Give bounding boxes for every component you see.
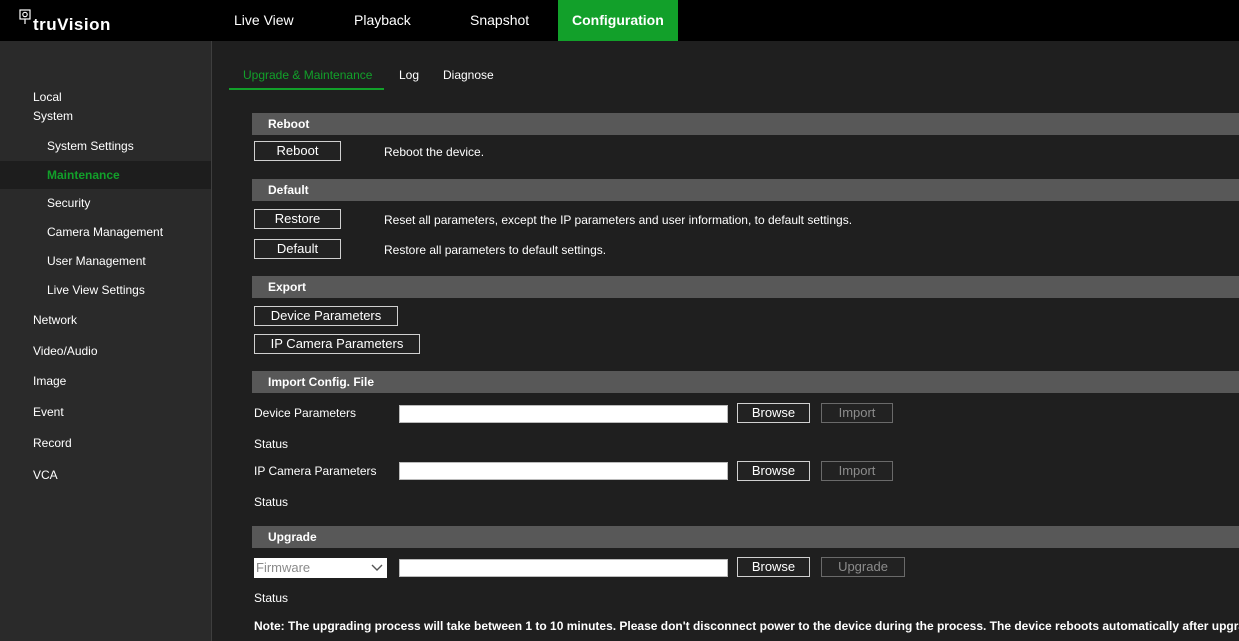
upgrade-file-input[interactable] <box>399 559 728 577</box>
main-content: Upgrade & Maintenance Log Diagnose Reboo… <box>212 41 1239 641</box>
sidebar-item-vca[interactable]: VCA <box>0 461 211 489</box>
chevron-down-icon <box>371 564 383 571</box>
import-device-status-label: Status <box>254 437 289 451</box>
upgrade-button[interactable]: Upgrade <box>821 557 905 577</box>
export-device-parameters-button[interactable]: Device Parameters <box>254 306 398 326</box>
nav-tab-snapshot[interactable]: Snapshot <box>470 0 529 41</box>
sidebar-item-live-view-settings[interactable]: Live View Settings <box>0 276 211 304</box>
section-header-import: Import Config. File <box>252 371 1239 393</box>
brand-logo: truVision <box>19 9 159 35</box>
section-header-export: Export <box>252 276 1239 298</box>
sidebar-item-image[interactable]: Image <box>0 367 211 395</box>
sidebar-item-security[interactable]: Security <box>0 189 211 217</box>
upgrade-browse-button[interactable]: Browse <box>737 557 810 577</box>
default-description: Restore all parameters to default settin… <box>384 243 607 257</box>
upgrade-type-select[interactable]: Firmware <box>254 558 387 578</box>
import-device-import-button[interactable]: Import <box>821 403 893 423</box>
upgrade-status-label: Status <box>254 591 289 605</box>
active-tab-indicator <box>229 88 384 90</box>
upgrade-note: Note: The upgrading process will take be… <box>254 619 1239 633</box>
reboot-button[interactable]: Reboot <box>254 141 341 161</box>
reboot-description: Reboot the device. <box>384 145 485 159</box>
tab-diagnose[interactable]: Diagnose <box>443 68 494 82</box>
tab-log[interactable]: Log <box>399 68 419 82</box>
sidebar-item-network[interactable]: Network <box>0 306 211 334</box>
upgrade-type-selected-value: Firmware <box>256 560 311 575</box>
import-device-file-input[interactable] <box>399 405 728 423</box>
sidebar-item-record[interactable]: Record <box>0 429 211 457</box>
import-ip-camera-parameters-label: IP Camera Parameters <box>254 464 377 478</box>
subtab-bar: Upgrade & Maintenance Log Diagnose <box>212 41 1239 90</box>
sidebar-item-system-settings[interactable]: System Settings <box>0 132 211 160</box>
sidebar-item-user-management[interactable]: User Management <box>0 247 211 275</box>
brand-name: truVision <box>33 15 111 34</box>
nav-tab-playback[interactable]: Playback <box>354 0 411 41</box>
section-header-reboot: Reboot <box>252 113 1239 135</box>
default-button[interactable]: Default <box>254 239 341 259</box>
sidebar-item-system[interactable]: System <box>0 102 211 130</box>
import-ip-camera-browse-button[interactable]: Browse <box>737 461 810 481</box>
import-ip-camera-file-input[interactable] <box>399 462 728 480</box>
config-sidebar: Local System System Settings Maintenance… <box>0 41 212 641</box>
tab-upgrade-maintenance[interactable]: Upgrade & Maintenance <box>243 68 372 82</box>
restore-button[interactable]: Restore <box>254 209 341 229</box>
import-device-browse-button[interactable]: Browse <box>737 403 810 423</box>
top-navigation-bar: truVision Live View Playback Snapshot Co… <box>0 0 1239 41</box>
nav-tab-live-view[interactable]: Live View <box>234 0 294 41</box>
camera-logo-icon <box>19 9 31 24</box>
sidebar-item-video-audio[interactable]: Video/Audio <box>0 337 211 365</box>
nav-tab-configuration[interactable]: Configuration <box>558 0 678 41</box>
sidebar-item-maintenance[interactable]: Maintenance <box>0 161 211 189</box>
restore-description: Reset all parameters, except the IP para… <box>384 213 853 227</box>
import-ip-camera-import-button[interactable]: Import <box>821 461 893 481</box>
import-device-parameters-label: Device Parameters <box>254 406 357 420</box>
section-header-default: Default <box>252 179 1239 201</box>
sidebar-item-event[interactable]: Event <box>0 398 211 426</box>
export-ip-camera-parameters-button[interactable]: IP Camera Parameters <box>254 334 420 354</box>
section-header-upgrade: Upgrade <box>252 526 1239 548</box>
sidebar-item-camera-management[interactable]: Camera Management <box>0 218 211 246</box>
import-ip-camera-status-label: Status <box>254 495 289 509</box>
